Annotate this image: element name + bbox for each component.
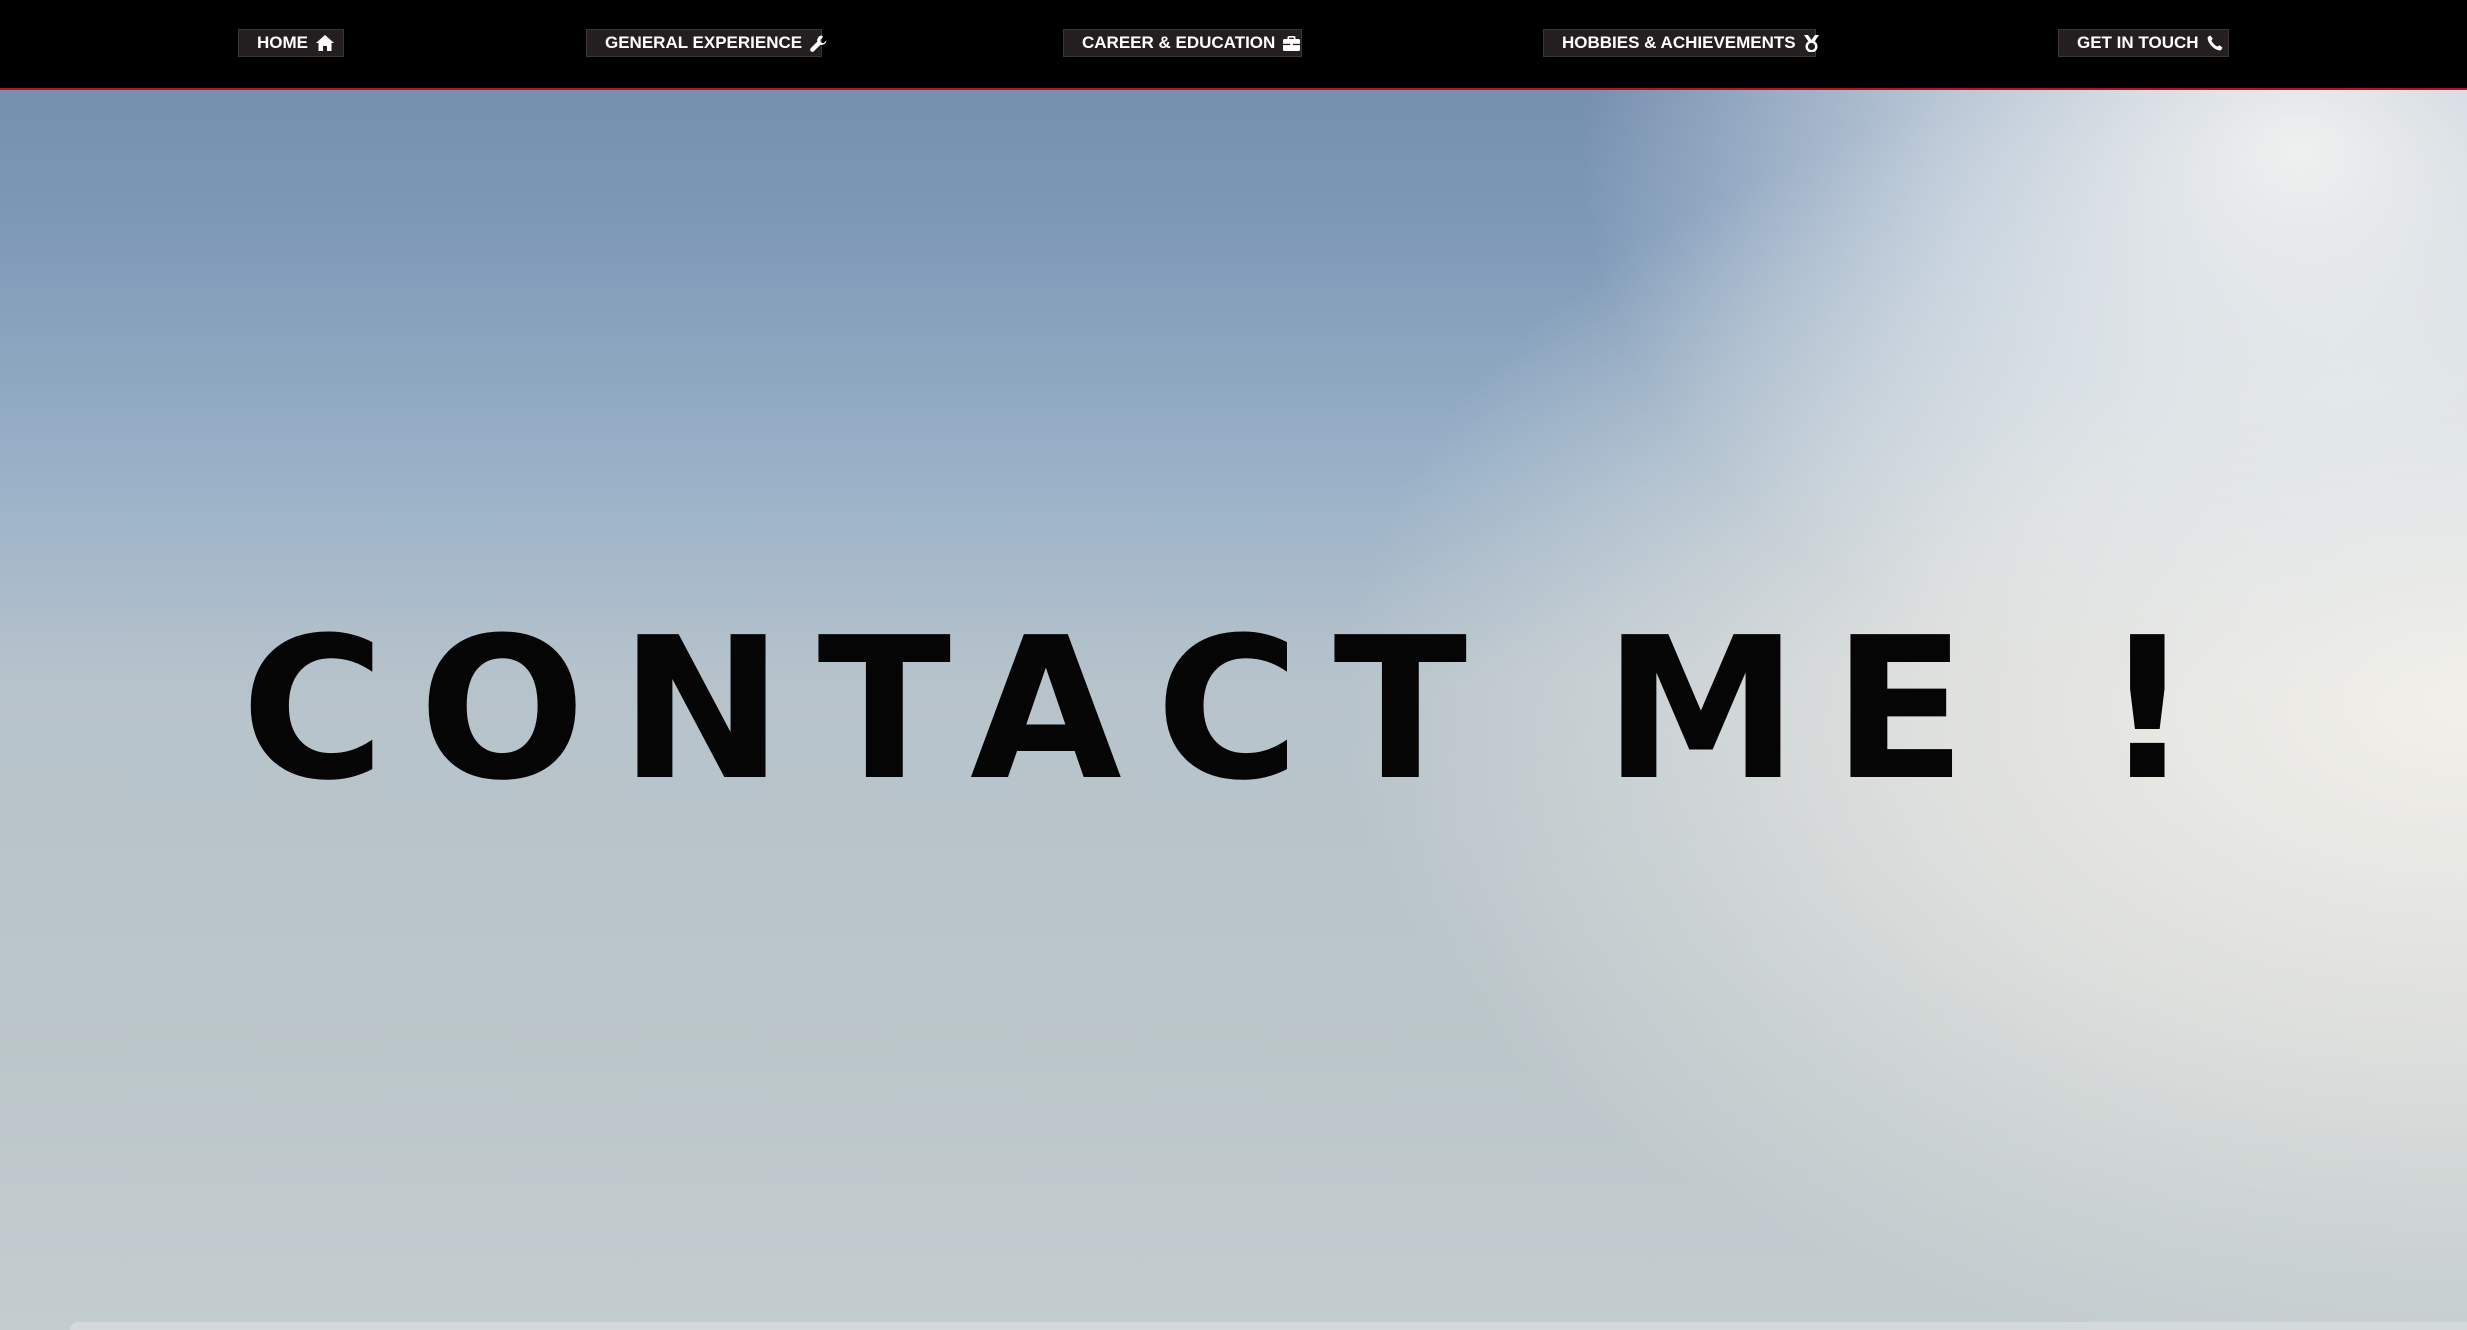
nav-career-education-button[interactable]: CAREER & EDUCATION [1063,29,1302,57]
home-icon [316,35,334,51]
nav-general-experience-button[interactable]: GENERAL EXPERIENCE [586,29,827,57]
nav-hobbies-achievements-button[interactable]: HOBBIES & ACHIEVEMENTS [1543,29,1819,57]
content-panel-edge [70,1322,2467,1330]
nav-home-label: HOME [257,33,308,52]
nav-home-button[interactable]: HOME [238,29,344,57]
nav-get-in-touch-button[interactable]: GET IN TOUCH [2058,29,2229,57]
briefcase-icon [1283,35,1301,51]
contact-page: HOME GENERAL EXPERIENCE CAREER & EDUCATI… [0,0,2467,1330]
nav-general-experience-label: GENERAL EXPERIENCE [605,33,803,52]
medal-icon [1803,34,1819,52]
nav-career-education-label: CAREER & EDUCATION [1082,33,1276,52]
page-title: CONTACT ME ! [241,596,2226,824]
top-navigation-bar: HOME GENERAL EXPERIENCE CAREER & EDUCATI… [0,0,2467,90]
nav-hobbies-achievements-label: HOBBIES & ACHIEVEMENTS [1562,33,1796,52]
phone-icon [2207,35,2223,51]
wrench-icon [810,35,827,52]
nav-get-in-touch-label: GET IN TOUCH [2077,33,2199,52]
